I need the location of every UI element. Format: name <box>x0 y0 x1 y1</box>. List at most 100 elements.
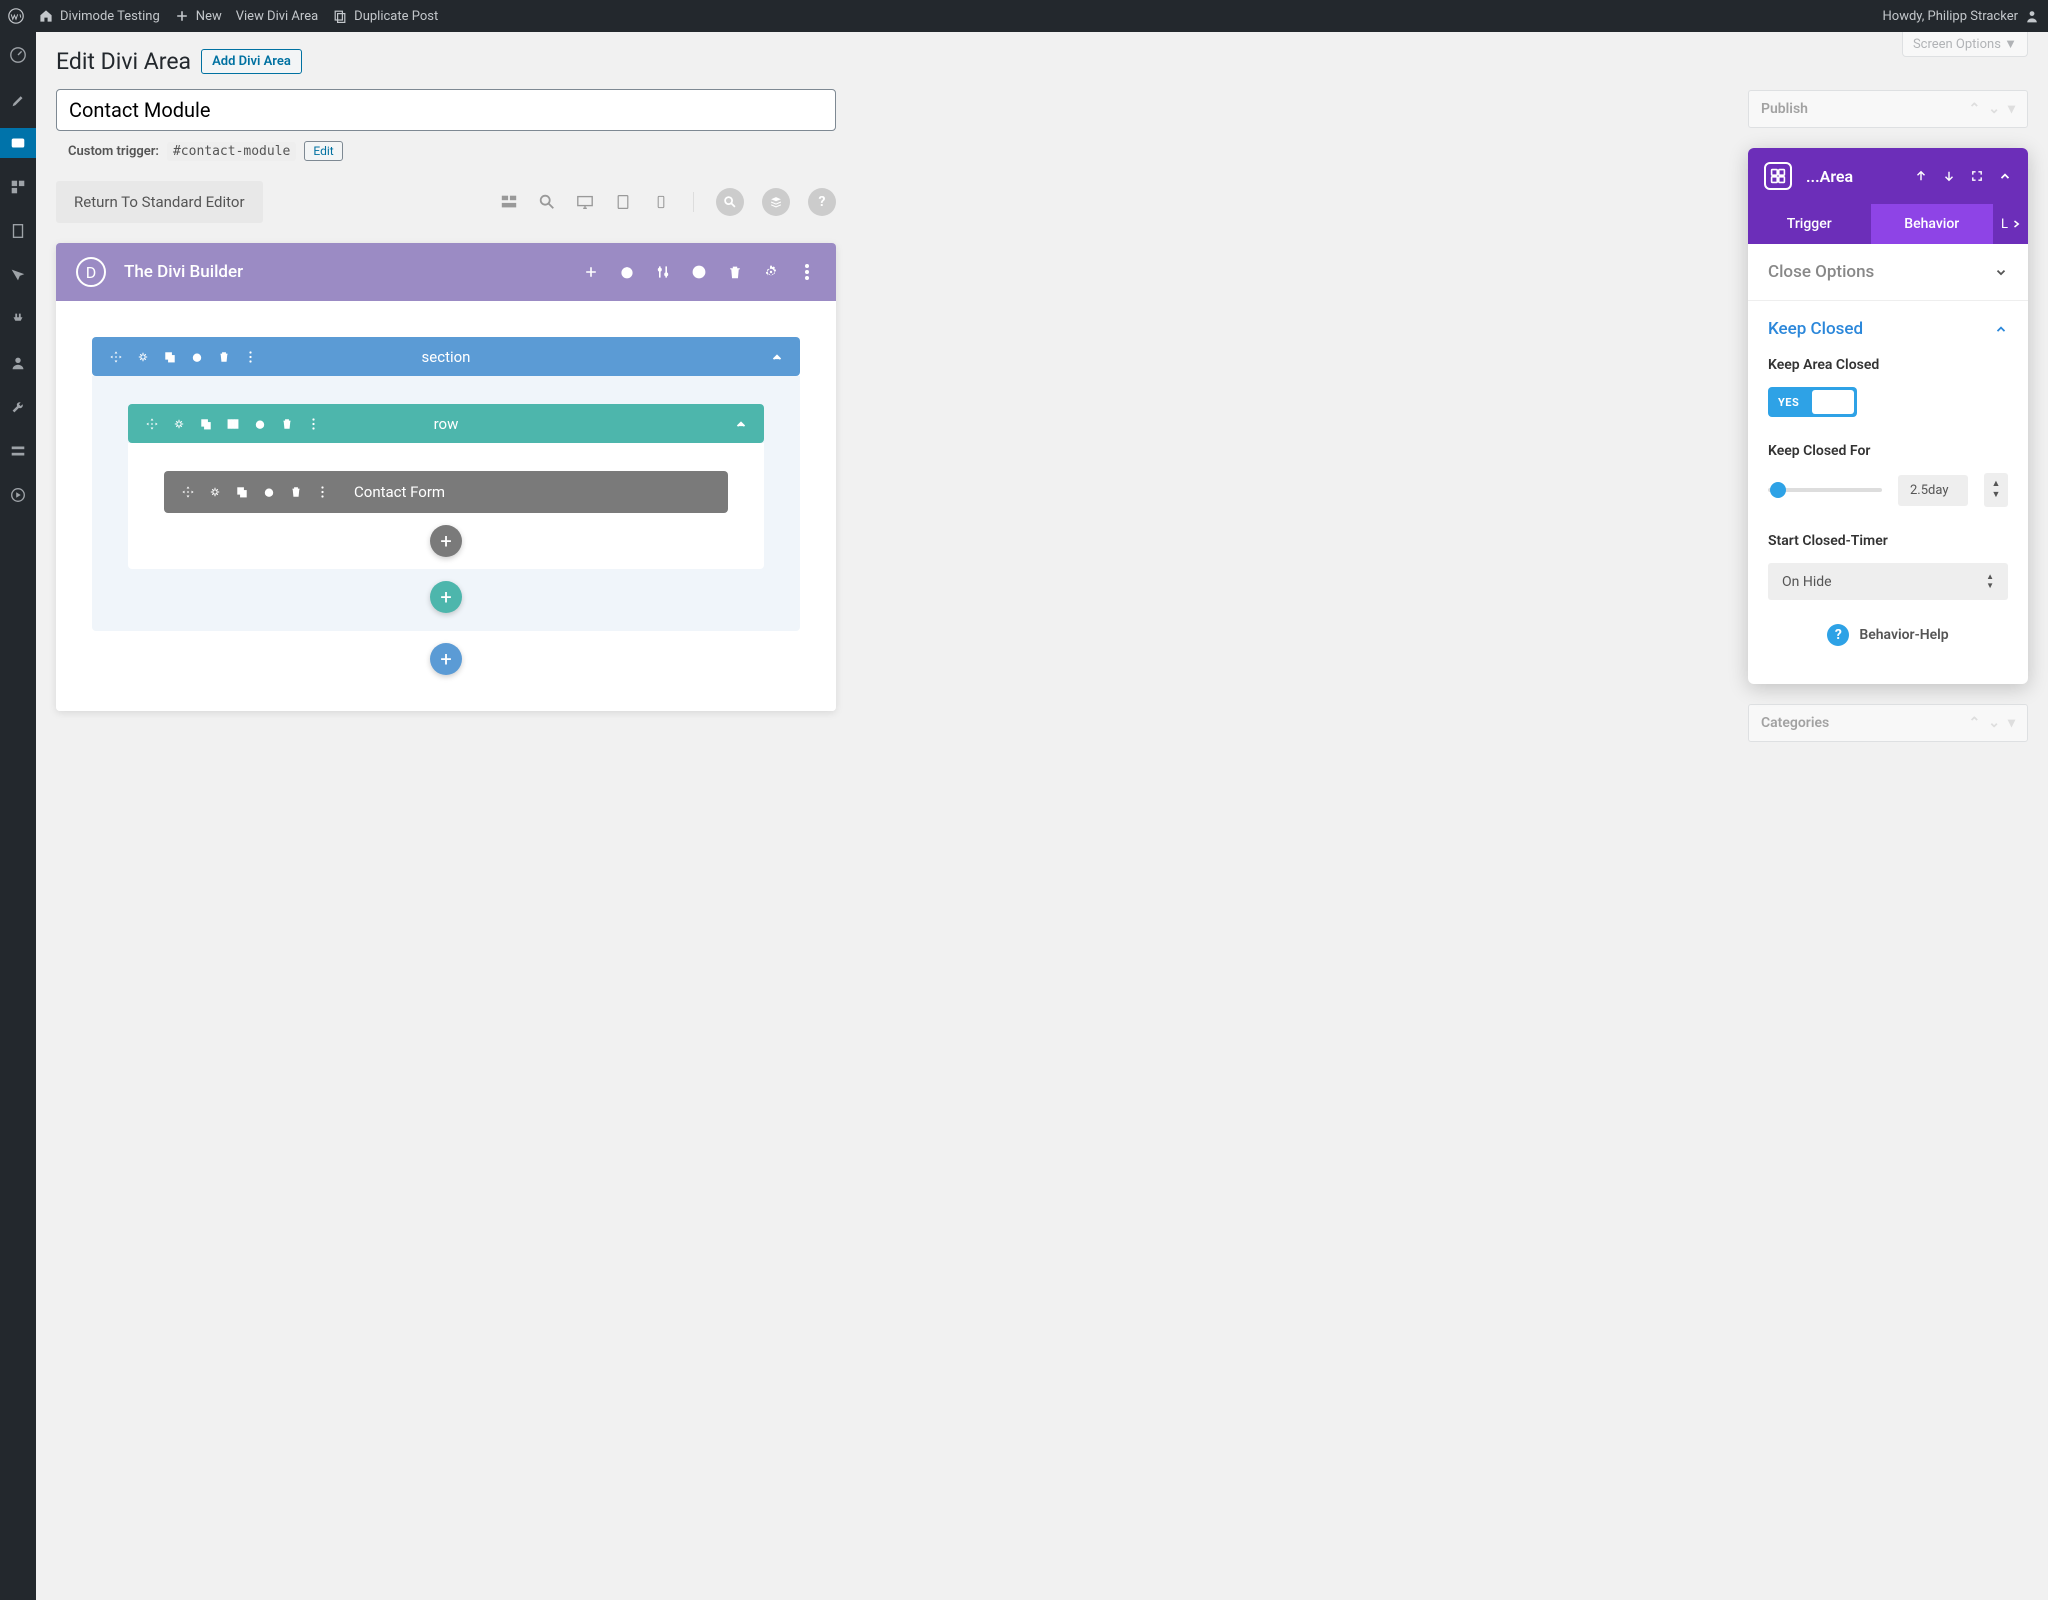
sidebar-media[interactable] <box>0 172 36 202</box>
keep-closed-slider[interactable] <box>1768 488 1882 492</box>
trash-icon[interactable] <box>288 485 303 500</box>
sidebar-comments[interactable] <box>0 260 36 290</box>
behavior-help-link[interactable]: Behavior-Help <box>1859 627 1948 643</box>
tablet-view-icon[interactable] <box>613 192 633 212</box>
arrow-up-icon[interactable] <box>1914 169 1928 183</box>
tab-trigger[interactable]: Trigger <box>1748 204 1871 244</box>
gear-icon[interactable] <box>207 485 222 500</box>
post-title-input[interactable] <box>56 89 836 131</box>
gear-icon[interactable] <box>135 349 150 364</box>
trash-icon[interactable] <box>216 349 231 364</box>
divi-builder-header: D The Divi Builder <box>56 243 836 301</box>
admin-sidebar <box>0 32 36 1600</box>
phone-view-icon[interactable] <box>651 192 671 212</box>
duplicate-icon[interactable] <box>234 485 249 500</box>
wireframe-view-icon[interactable] <box>499 192 519 212</box>
more-icon[interactable] <box>315 485 330 500</box>
move-icon[interactable] <box>180 485 195 500</box>
sidebar-users[interactable] <box>0 348 36 378</box>
chevron-down-icon[interactable]: ⌄ <box>1988 715 2000 731</box>
more-icon[interactable] <box>306 416 321 431</box>
chevron-up-icon[interactable]: ⌃ <box>1969 715 1981 731</box>
help-circle-icon[interactable]: ? <box>808 188 836 216</box>
more-icon[interactable] <box>243 349 258 364</box>
page-title: Edit Divi Area <box>56 48 191 75</box>
move-icon[interactable] <box>144 416 159 431</box>
search-circle-icon[interactable] <box>716 188 744 216</box>
screen-options-toggle[interactable]: Screen Options ▼ <box>1902 32 2028 57</box>
add-icon[interactable] <box>582 263 600 281</box>
chevron-up-icon[interactable]: ⌃ <box>1969 101 1981 117</box>
move-icon[interactable] <box>108 349 123 364</box>
trash-icon[interactable] <box>726 263 744 281</box>
section-bar[interactable]: section <box>92 337 800 376</box>
sidebar-settings[interactable] <box>0 436 36 466</box>
tab-more[interactable]: L <box>1993 204 2028 244</box>
wp-logo[interactable] <box>8 8 24 24</box>
keep-area-closed-toggle[interactable]: YES <box>1768 387 1857 417</box>
user-greeting[interactable]: Howdy, Philipp Stracker <box>1883 8 2040 24</box>
sidebar-divi-areas[interactable] <box>0 128 36 158</box>
power-icon[interactable] <box>618 263 636 281</box>
row-label: row <box>434 415 459 433</box>
keep-closed-section-header[interactable]: Keep Closed <box>1748 301 2028 357</box>
sidebar-pages[interactable] <box>0 216 36 246</box>
edit-trigger-button[interactable]: Edit <box>304 141 342 161</box>
sidebar-plugins[interactable] <box>0 304 36 334</box>
chevron-down-icon[interactable]: ⌄ <box>1988 101 2000 117</box>
keep-closed-for-label: Keep Closed For <box>1768 443 2008 459</box>
settings-panel-title: ...Area <box>1806 167 1900 186</box>
add-section-button[interactable]: + <box>430 643 462 675</box>
return-to-standard-editor-button[interactable]: Return To Standard Editor <box>56 181 263 223</box>
arrow-down-icon[interactable] <box>1942 169 1956 183</box>
sidebar-posts[interactable] <box>0 84 36 114</box>
value-stepper[interactable]: ▲▼ <box>1984 473 2008 507</box>
zoom-icon[interactable] <box>537 192 557 212</box>
layers-circle-icon[interactable] <box>762 188 790 216</box>
divi-area-logo-icon <box>1764 162 1792 190</box>
expand-icon[interactable] <box>1970 169 1984 183</box>
desktop-view-icon[interactable] <box>575 192 595 212</box>
history-icon[interactable] <box>690 263 708 281</box>
start-closed-timer-select[interactable]: On Hide ▲▼ <box>1768 563 2008 600</box>
trash-icon[interactable] <box>279 416 294 431</box>
more-icon[interactable] <box>798 263 816 281</box>
view-area-link[interactable]: View Divi Area <box>236 9 318 24</box>
select-arrows-icon: ▲▼ <box>1986 573 1994 590</box>
new-link[interactable]: New <box>174 8 222 24</box>
power-icon[interactable] <box>252 416 267 431</box>
module-bar[interactable]: Contact Form <box>164 471 728 513</box>
categories-metabox[interactable]: Categories ⌃ ⌄ ▾ <box>1748 704 2028 742</box>
publish-metabox[interactable]: Publish ⌃ ⌄ ▾ <box>1748 90 2028 128</box>
gear-icon[interactable] <box>171 416 186 431</box>
duplicate-link[interactable]: Duplicate Post <box>332 8 438 24</box>
add-module-button[interactable]: + <box>430 525 462 557</box>
site-name-link[interactable]: Divimode Testing <box>38 8 160 24</box>
keep-closed-value[interactable]: 2.5day <box>1898 475 1968 506</box>
sidebar-tools[interactable] <box>0 392 36 422</box>
start-closed-timer-label: Start Closed-Timer <box>1768 533 2008 549</box>
help-icon[interactable]: ? <box>1827 624 1849 646</box>
sidebar-divi[interactable] <box>0 480 36 510</box>
sliders-icon[interactable] <box>654 263 672 281</box>
duplicate-icon[interactable] <box>198 416 213 431</box>
chevron-up-icon[interactable] <box>1998 169 2012 183</box>
power-icon[interactable] <box>261 485 276 500</box>
columns-icon[interactable] <box>225 416 240 431</box>
chevron-up-icon[interactable] <box>733 416 748 431</box>
toggle-icon[interactable]: ▾ <box>2008 101 2015 117</box>
site-name: Divimode Testing <box>60 9 160 24</box>
sidebar-dashboard[interactable] <box>0 40 36 70</box>
gear-icon[interactable] <box>762 263 780 281</box>
tab-behavior[interactable]: Behavior <box>1871 204 1994 244</box>
close-options-section-header[interactable]: Close Options <box>1748 244 2028 300</box>
slider-thumb[interactable] <box>1770 482 1786 498</box>
row-bar[interactable]: row <box>128 404 764 443</box>
add-divi-area-button[interactable]: Add Divi Area <box>201 49 302 74</box>
toggle-icon[interactable]: ▾ <box>2008 715 2015 731</box>
chevron-up-icon[interactable] <box>769 349 784 364</box>
power-icon[interactable] <box>189 349 204 364</box>
add-row-button[interactable]: + <box>430 581 462 613</box>
duplicate-icon[interactable] <box>162 349 177 364</box>
settings-tabs: Trigger Behavior L <box>1748 204 2028 244</box>
